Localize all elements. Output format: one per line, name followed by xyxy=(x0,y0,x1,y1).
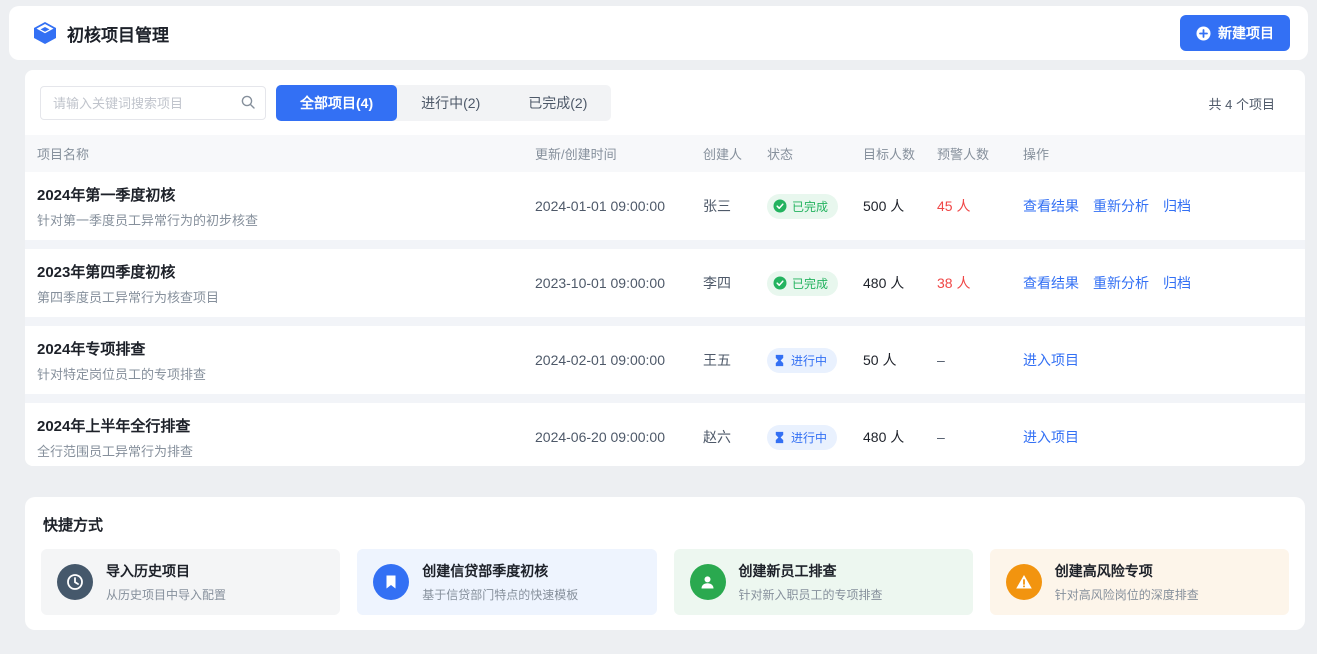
bookmark-icon xyxy=(373,564,409,600)
project-time: 2024-01-01 09:00:00 xyxy=(535,198,703,214)
quick-card-title: 创建高风险专项 xyxy=(1055,561,1199,581)
table-row: 2024年上半年全行排查 全行范围员工异常行为排查 2024-06-20 09:… xyxy=(25,403,1305,466)
project-description: 第四季度员工异常行为核查项目 xyxy=(37,287,535,306)
target-count: 500 人 xyxy=(863,196,937,216)
quick-actions-card: 快捷方式 导入历史项目 从历史项目中导入配置 创建信贷部季度初核 xyxy=(25,497,1305,630)
table-row: 2023年第四季度初核 第四季度员工异常行为核查项目 2023-10-01 09… xyxy=(25,249,1305,317)
project-creator: 张三 xyxy=(703,196,767,216)
quick-card-desc: 从历史项目中导入配置 xyxy=(106,586,226,603)
quick-actions-title: 快捷方式 xyxy=(41,514,1289,535)
quick-card-title: 创建新员工排查 xyxy=(739,561,883,581)
project-creator: 李四 xyxy=(703,273,767,293)
project-description: 针对第一季度员工异常行为的初步核查 xyxy=(37,210,535,229)
tab-completed[interactable]: 已完成(2) xyxy=(504,85,611,121)
clock-icon xyxy=(57,564,93,600)
project-description: 全行范围员工异常行为排查 xyxy=(37,441,535,460)
view-results-link[interactable]: 查看结果 xyxy=(1023,273,1079,293)
quick-import-history-card[interactable]: 导入历史项目 从历史项目中导入配置 xyxy=(41,549,340,615)
row-divider xyxy=(25,240,1305,249)
project-time: 2024-02-01 09:00:00 xyxy=(535,352,703,368)
status-badge: 已完成 xyxy=(767,194,838,219)
quick-card-title: 导入历史项目 xyxy=(106,561,226,581)
row-divider xyxy=(25,317,1305,326)
check-circle-icon xyxy=(773,276,787,290)
col-creator: 创建人 xyxy=(703,144,767,163)
hourglass-icon xyxy=(773,431,786,444)
plus-circle-icon xyxy=(1196,26,1211,41)
col-actions: 操作 xyxy=(1023,144,1293,163)
status-label: 进行中 xyxy=(791,429,827,446)
status-label: 进行中 xyxy=(791,352,827,369)
project-list-card: 全部项目(4) 进行中(2) 已完成(2) 共 4 个项目 项目名称 更新/创建… xyxy=(25,70,1305,466)
new-project-label: 新建项目 xyxy=(1218,23,1274,43)
page-title: 初核项目管理 xyxy=(67,21,169,46)
project-name: 2024年专项排查 xyxy=(37,338,535,359)
tab-in-progress[interactable]: 进行中(2) xyxy=(397,85,504,121)
quick-new-employee-card[interactable]: 创建新员工排查 针对新入职员工的专项排查 xyxy=(674,549,973,615)
warning-count: 38 人 xyxy=(937,273,1023,293)
project-count-text: 共 4 个项目 xyxy=(1209,94,1289,113)
col-project-name: 项目名称 xyxy=(37,144,535,163)
tab-all-projects[interactable]: 全部项目(4) xyxy=(276,85,397,121)
status-label: 已完成 xyxy=(792,198,828,215)
person-icon xyxy=(690,564,726,600)
project-name: 2023年第四季度初核 xyxy=(37,261,535,282)
project-time: 2024-06-20 09:00:00 xyxy=(535,429,703,445)
archive-link[interactable]: 归档 xyxy=(1163,273,1191,293)
status-badge: 已完成 xyxy=(767,271,838,296)
new-project-button[interactable]: 新建项目 xyxy=(1180,15,1290,51)
search-box xyxy=(40,86,266,120)
status-label: 已完成 xyxy=(792,275,828,292)
col-target-count: 目标人数 xyxy=(863,144,937,163)
quick-card-title: 创建信贷部季度初核 xyxy=(422,561,578,581)
hourglass-icon xyxy=(773,354,786,367)
reanalyze-link[interactable]: 重新分析 xyxy=(1093,196,1149,216)
warning-count: – xyxy=(937,429,1023,445)
search-input[interactable] xyxy=(40,86,266,120)
warning-count: – xyxy=(937,352,1023,368)
target-count: 480 人 xyxy=(863,427,937,447)
reanalyze-link[interactable]: 重新分析 xyxy=(1093,273,1149,293)
cube-icon xyxy=(33,21,57,45)
page-header: 初核项目管理 新建项目 xyxy=(9,6,1308,60)
check-circle-icon xyxy=(773,199,787,213)
col-warning-count: 预警人数 xyxy=(937,144,1023,163)
quick-card-desc: 针对新入职员工的专项排查 xyxy=(739,586,883,603)
col-status: 状态 xyxy=(767,144,863,163)
archive-link[interactable]: 归档 xyxy=(1163,196,1191,216)
project-name: 2024年第一季度初核 xyxy=(37,184,535,205)
status-badge: 进行中 xyxy=(767,348,837,373)
project-time: 2023-10-01 09:00:00 xyxy=(535,275,703,291)
view-results-link[interactable]: 查看结果 xyxy=(1023,196,1079,216)
status-badge: 进行中 xyxy=(767,425,837,450)
project-creator: 王五 xyxy=(703,350,767,370)
enter-project-link[interactable]: 进入项目 xyxy=(1023,350,1079,370)
enter-project-link[interactable]: 进入项目 xyxy=(1023,427,1079,447)
project-creator: 赵六 xyxy=(703,427,767,447)
warning-triangle-icon xyxy=(1006,564,1042,600)
col-update-time: 更新/创建时间 xyxy=(535,144,703,163)
project-description: 针对特定岗位员工的专项排查 xyxy=(37,364,535,383)
quick-credit-template-card[interactable]: 创建信贷部季度初核 基于信贷部门特点的快速模板 xyxy=(357,549,656,615)
table-row: 2024年第一季度初核 针对第一季度员工异常行为的初步核查 2024-01-01… xyxy=(25,172,1305,240)
quick-card-desc: 针对高风险岗位的深度排查 xyxy=(1055,586,1199,603)
warning-count: 45 人 xyxy=(937,196,1023,216)
search-icon[interactable] xyxy=(240,94,256,115)
quick-card-desc: 基于信贷部门特点的快速模板 xyxy=(422,586,578,603)
target-count: 480 人 xyxy=(863,273,937,293)
filter-tabs: 全部项目(4) 进行中(2) 已完成(2) xyxy=(276,85,611,121)
toolbar: 全部项目(4) 进行中(2) 已完成(2) 共 4 个项目 xyxy=(25,70,1305,135)
table-row: 2024年专项排查 针对特定岗位员工的专项排查 2024-02-01 09:00… xyxy=(25,326,1305,394)
table-header: 项目名称 更新/创建时间 创建人 状态 目标人数 预警人数 操作 xyxy=(25,135,1305,172)
project-name: 2024年上半年全行排查 xyxy=(37,415,535,436)
row-divider xyxy=(25,394,1305,403)
quick-high-risk-card[interactable]: 创建高风险专项 针对高风险岗位的深度排查 xyxy=(990,549,1289,615)
target-count: 50 人 xyxy=(863,350,937,370)
